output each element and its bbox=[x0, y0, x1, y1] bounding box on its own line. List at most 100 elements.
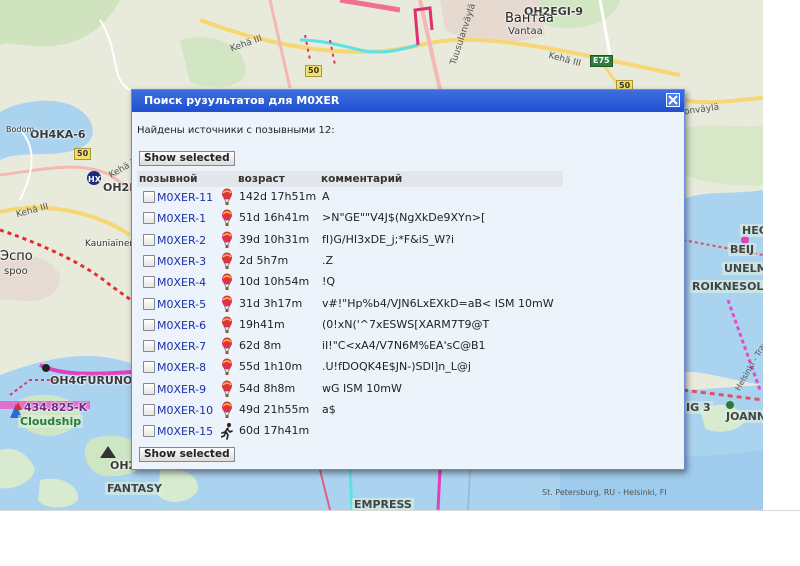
balloon-icon bbox=[221, 337, 233, 355]
station-label[interactable]: Cloudship bbox=[18, 415, 84, 428]
dialog-title: Поиск рузультатов для M0XER bbox=[144, 94, 340, 107]
ship-label[interactable]: EMPRESS bbox=[352, 498, 414, 510]
table-row: M0XER-7 62d 8m iI!"C<xA4/V7N6M%EA'sC@B1 bbox=[132, 336, 684, 357]
comment-cell: v#!"Hp%b4/VJN6LxEXkD=aB< ISM 10mW bbox=[322, 296, 554, 310]
callsign-link[interactable]: M0XER-11 bbox=[157, 191, 213, 204]
balloon-icon bbox=[221, 295, 233, 313]
show-selected-button[interactable]: Show selected bbox=[139, 447, 235, 462]
town-label: Вантаа bbox=[505, 11, 554, 26]
age-cell: 19h41m bbox=[239, 317, 285, 331]
comment-cell: A bbox=[322, 190, 330, 203]
balloon-icon bbox=[221, 252, 233, 270]
table-row: M0XER-9 54d 8h8m wG ISM 10mW bbox=[132, 379, 684, 400]
table-row: M0XER-1 51d 16h41m >N"GE""V4J$(NgXkDe9XYn>… bbox=[132, 208, 684, 229]
balloon-icon bbox=[221, 209, 233, 227]
balloon-icon bbox=[221, 401, 233, 419]
comment-cell: .U!fDOQK4E$JN-)SDl]n_L@j bbox=[322, 360, 471, 374]
age-cell: 54d 8h8m bbox=[239, 381, 296, 395]
road-shield: E75 bbox=[590, 55, 613, 67]
comment-cell: .Z bbox=[322, 253, 334, 267]
ship-label[interactable]: ROIKNESOL bbox=[690, 280, 763, 293]
runner-icon bbox=[220, 422, 233, 441]
callsign-link[interactable]: M0XER-5 bbox=[157, 298, 206, 311]
age-cell: 49d 21h55m bbox=[239, 403, 310, 416]
callsign-link[interactable]: M0XER-4 bbox=[157, 276, 206, 289]
callsign-link[interactable]: M0XER-8 bbox=[157, 361, 206, 374]
row-checkbox[interactable] bbox=[143, 254, 155, 267]
town-label: Vantaa bbox=[508, 26, 543, 37]
road-shield: 50 bbox=[74, 148, 92, 160]
age-cell: 142d 17h51m bbox=[239, 190, 317, 203]
ship-label[interactable]: FANTASY bbox=[105, 482, 165, 495]
table-row: M0XER-15 60d 17h41m bbox=[132, 421, 684, 442]
age-cell: 62d 8m bbox=[239, 339, 282, 353]
balloon-icon bbox=[221, 316, 233, 334]
age-cell: 2d 5h7m bbox=[239, 253, 289, 267]
column-header-comment: комментарий bbox=[321, 173, 403, 185]
town-label: Эспо bbox=[0, 249, 33, 264]
station-label[interactable]: FURUNO bbox=[80, 374, 132, 387]
age-cell: 10d 10h54m bbox=[239, 275, 310, 289]
row-checkbox[interactable] bbox=[143, 191, 155, 203]
results-table-header: позывной возраст комментарий bbox=[137, 171, 563, 187]
close-button[interactable] bbox=[666, 93, 680, 107]
ship-label[interactable]: UNELM bbox=[722, 262, 763, 275]
town-label: Bodom bbox=[6, 125, 35, 134]
ship-label[interactable]: IG 3 bbox=[684, 401, 713, 414]
close-icon bbox=[668, 95, 678, 105]
callsign-link[interactable]: M0XER-6 bbox=[157, 319, 206, 332]
balloon-icon bbox=[221, 231, 233, 249]
table-row: M0XER-5 31d 3h17m v#!"Hp%b4/VJN6LxEXkD=aB<… bbox=[132, 294, 684, 315]
row-checkbox[interactable] bbox=[143, 233, 155, 246]
column-header-callsign: позывной bbox=[139, 173, 198, 185]
page-footer-area bbox=[0, 510, 800, 566]
station-label[interactable]: OH4KA-6 bbox=[30, 128, 85, 141]
age-cell: 51d 16h41m bbox=[239, 211, 310, 225]
callsign-link[interactable]: M0XER-10 bbox=[157, 404, 213, 417]
callsign-link[interactable]: M0XER-2 bbox=[157, 234, 206, 247]
callsign-link[interactable]: M0XER-15 bbox=[157, 425, 213, 438]
station-label[interactable]: 434.825-K bbox=[24, 401, 87, 414]
table-row: M0XER-8 55d 1h10m .U!fDOQK4E$JN-)SDl]n_L@j bbox=[132, 357, 684, 378]
row-checkbox[interactable] bbox=[143, 361, 155, 374]
town-label: Kauniainen bbox=[85, 239, 136, 249]
show-selected-button[interactable]: Show selected bbox=[139, 151, 235, 166]
balloon-icon bbox=[221, 188, 233, 206]
row-checkbox[interactable] bbox=[143, 382, 155, 395]
age-cell: 55d 1h10m bbox=[239, 360, 303, 374]
ship-label[interactable]: JOANN bbox=[724, 410, 763, 423]
callsign-link[interactable]: M0XER-1 bbox=[157, 212, 206, 225]
callsign-link[interactable]: M0XER-9 bbox=[157, 383, 206, 396]
row-checkbox[interactable] bbox=[143, 404, 155, 416]
callsign-link[interactable]: M0XER-7 bbox=[157, 340, 206, 353]
search-results-dialog: Поиск рузультатов для M0XER Найдены исто… bbox=[131, 89, 685, 470]
row-checkbox[interactable] bbox=[143, 425, 155, 438]
row-checkbox[interactable] bbox=[143, 276, 155, 289]
ship-label[interactable]: HEC bbox=[740, 224, 763, 237]
town-label: spoo bbox=[4, 266, 28, 277]
row-checkbox[interactable] bbox=[143, 212, 155, 225]
balloon-icon bbox=[221, 380, 233, 398]
results-count-text: Найдены источники с позывными 12: bbox=[137, 125, 335, 136]
dialog-titlebar[interactable]: Поиск рузультатов для M0XER bbox=[132, 90, 684, 112]
row-checkbox[interactable] bbox=[143, 297, 155, 310]
table-row: M0XER-11 142d 17h51m A bbox=[132, 187, 684, 208]
comment-cell: wG ISM 10mW bbox=[322, 381, 402, 395]
comment-cell: >N"GE""V4J$(NgXkDe9XYn>[ bbox=[322, 211, 486, 225]
age-cell: 60d 17h41m bbox=[239, 424, 310, 438]
age-cell: 31d 3h17m bbox=[239, 296, 303, 310]
road-shield: 50 bbox=[305, 65, 323, 77]
table-row: M0XER-10 49d 21h55m a$ bbox=[132, 400, 684, 421]
row-checkbox[interactable] bbox=[143, 340, 155, 353]
marker-icon[interactable]: HX bbox=[88, 173, 101, 186]
comment-cell: fI)G/HI3xDE_j;*F&iS_W?i bbox=[322, 232, 455, 246]
comment-cell: (0!xN('^7xESWS[XARM7T9@T bbox=[322, 317, 490, 331]
table-row: M0XER-6 19h41m (0!xN('^7xESWS[XARM7T9@T bbox=[132, 315, 684, 336]
age-cell: 39d 10h31m bbox=[239, 232, 310, 246]
comment-cell: !Q bbox=[322, 275, 336, 289]
comment-cell: a$ bbox=[322, 403, 336, 416]
ship-label[interactable]: BEIJ bbox=[728, 243, 757, 256]
row-checkbox[interactable] bbox=[143, 318, 155, 331]
balloon-icon bbox=[221, 358, 233, 376]
callsign-link[interactable]: M0XER-3 bbox=[157, 255, 206, 268]
